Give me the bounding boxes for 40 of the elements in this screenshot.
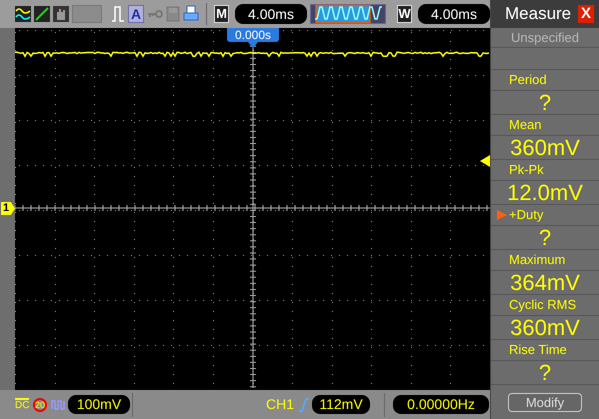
measurement-label: Rise Time [509, 341, 567, 360]
channel-marker: 1 [1, 202, 15, 215]
modify-button[interactable]: Modify [508, 392, 582, 412]
waveform-icon[interactable] [15, 6, 31, 22]
panel-title: Measure [505, 3, 572, 26]
trigger-level-arrow-icon [480, 155, 490, 167]
menu-button[interactable]: M [214, 5, 229, 23]
measurement-value: 364mV [510, 270, 580, 294]
window-button[interactable]: W [397, 5, 412, 23]
timebase-display: 4.00ms [235, 4, 307, 24]
waveform-overview-icon[interactable] [310, 4, 386, 24]
close-button[interactable]: X [578, 5, 594, 23]
hand-icon[interactable] [53, 6, 69, 22]
measurement-label: Pk-Pk [509, 161, 544, 180]
trigger-position-arrow-icon [248, 42, 258, 48]
channel-scale-display: 100mV [68, 395, 130, 414]
measurement-value: 360mV [510, 136, 580, 160]
measurement-label: Maximum [509, 251, 566, 270]
auto-button[interactable]: A [128, 5, 144, 23]
measurement-value: ? [538, 360, 552, 384]
measurement-label: Mean [509, 116, 542, 134]
bandwidth-limit-indicator: 20 [33, 398, 47, 412]
square-wave-icon [51, 398, 65, 410]
measurement-value: 360mV [510, 316, 580, 340]
ramp-icon[interactable] [34, 6, 50, 22]
rising-edge-icon [298, 398, 310, 412]
measurement-value: ? [538, 90, 552, 114]
subtitle-label: Unspecified [491, 28, 599, 48]
measurement-value: ? [538, 226, 552, 250]
trigger-source-label: CH1 [266, 395, 294, 414]
window-timebase-display: 4.00ms [418, 4, 490, 24]
coupling-indicator: DC [15, 398, 29, 411]
pulse-icon[interactable] [111, 5, 125, 23]
measurement-label: +Duty [509, 206, 544, 224]
printer-icon[interactable] [183, 5, 199, 23]
measurement-value: 12.0mV [507, 180, 583, 204]
measurement-label: Period [509, 71, 547, 90]
trigger-level-display: 112mV [312, 395, 370, 414]
frequency-display: 0.00000Hz [393, 395, 490, 414]
measurement-label: Cyclic RMS [509, 296, 576, 314]
